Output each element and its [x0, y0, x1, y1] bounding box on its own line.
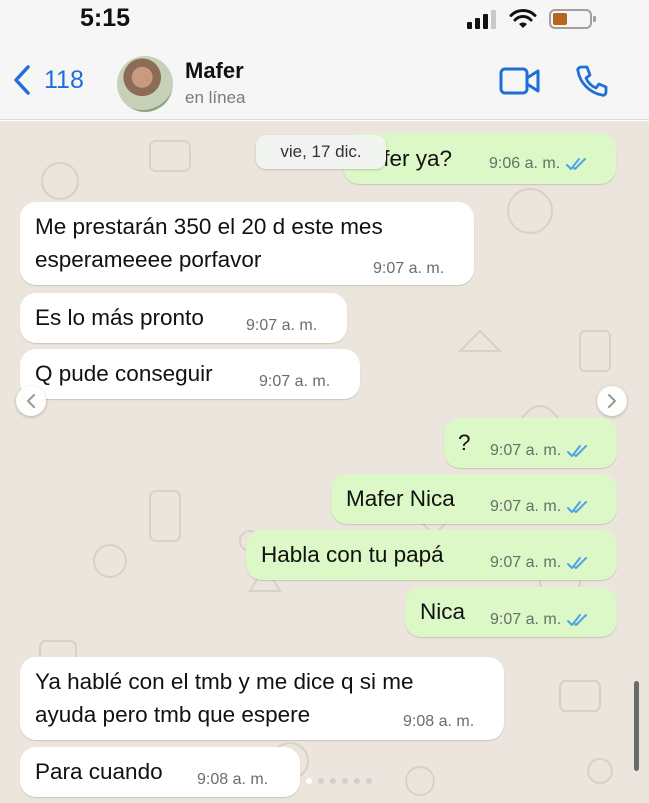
message-time: 9:06 a. m.: [489, 155, 561, 172]
pagination-dot[interactable]: [318, 778, 324, 784]
message-text-line: esperameeee porfavor: [35, 247, 262, 272]
double-check-icon: [567, 501, 588, 513]
message-bubble-outgoing[interactable]: Habla con tu papá 9:07 a. m.: [246, 530, 617, 580]
phone-call-icon[interactable]: [575, 64, 609, 98]
message-text-line: ayuda pero tmb que espere: [35, 702, 311, 727]
message-bubble-incoming[interactable]: Es lo más pronto 9:07 a. m.: [20, 293, 347, 343]
contact-name[interactable]: Mafer: [185, 58, 244, 84]
back-button[interactable]: 118: [12, 64, 84, 96]
message-bubble-outgoing[interactable]: Nica 9:07 a. m.: [405, 587, 617, 637]
message-meta: 9:07 a. m.: [490, 611, 589, 629]
unread-count: 118: [44, 65, 84, 94]
message-text: ?: [458, 430, 471, 455]
pagination-dot[interactable]: [354, 778, 360, 784]
message-text-line: Me prestarán 350 el 20 d este mes: [35, 214, 383, 239]
message-time: 9:07 a. m.: [373, 260, 445, 277]
contact-status: en línea: [185, 88, 246, 107]
message-meta: 9:07 a. m.: [490, 498, 589, 516]
double-check-icon: [566, 158, 587, 170]
video-call-icon[interactable]: [499, 66, 541, 96]
wifi-icon: [509, 9, 537, 28]
back-chevron-icon: [14, 65, 30, 95]
message-text: Mafer Nica: [346, 486, 455, 511]
message-bubble-incoming[interactable]: Q pude conseguir 9:07 a. m.: [20, 349, 360, 399]
message-bubble-incoming[interactable]: Me prestarán 350 el 20 d este mes espera…: [20, 202, 474, 285]
message-bubble-incoming[interactable]: Ya hablé con el tmb y me dice q si me ay…: [20, 657, 504, 740]
message-text: Q pude conseguir: [35, 361, 213, 386]
message-bubble-outgoing[interactable]: Mafer Nica 9:07 a. m.: [331, 474, 617, 524]
message-time: 9:08 a. m.: [403, 713, 475, 730]
message-time: 9:07 a. m.: [259, 373, 331, 390]
avatar[interactable]: [117, 56, 173, 112]
message-text: Nica: [420, 599, 466, 624]
message-time: 9:07 a. m.: [246, 317, 318, 334]
chat-header: 118 Mafer en línea: [0, 44, 649, 120]
message-time: 9:07 a. m.: [490, 442, 562, 459]
message-text: Para cuando: [35, 759, 163, 784]
chevron-left-icon: [26, 394, 35, 408]
pagination-dots: [306, 778, 372, 784]
pagination-dot[interactable]: [342, 778, 348, 784]
double-check-icon: [567, 614, 588, 626]
scrollbar[interactable]: [634, 681, 639, 771]
signal-icon: [467, 10, 496, 29]
double-check-icon: [567, 445, 588, 457]
message-meta: 9:07 a. m.: [490, 554, 589, 572]
message-text: Habla con tu papá: [261, 542, 444, 567]
chevron-right-icon: [608, 394, 617, 408]
message-time: 9:07 a. m.: [490, 611, 562, 628]
status-icons: [467, 8, 597, 30]
next-arrow-button[interactable]: [597, 386, 627, 416]
status-time: 5:15: [80, 4, 131, 32]
message-bubble-outgoing[interactable]: ? 9:07 a. m.: [444, 418, 617, 468]
pagination-dot[interactable]: [306, 778, 312, 784]
date-chip: vie, 17 dic.: [256, 135, 386, 169]
message-time: 9:07 a. m.: [490, 498, 562, 515]
message-time: 9:07 a. m.: [490, 554, 562, 571]
message-text-line: Ya hablé con el tmb y me dice q si me: [35, 669, 414, 694]
pagination-dot[interactable]: [366, 778, 372, 784]
message-meta: 9:06 a. m.: [489, 155, 588, 173]
previous-arrow-button[interactable]: [16, 386, 46, 416]
message-time: 9:08 a. m.: [197, 771, 269, 788]
pagination-dot[interactable]: [330, 778, 336, 784]
battery-icon: [549, 9, 596, 29]
message-bubble-incoming[interactable]: Para cuando 9:08 a. m.: [20, 747, 300, 797]
message-text: Es lo más pronto: [35, 305, 204, 330]
status-bar: 5:15: [0, 0, 649, 44]
message-meta: 9:07 a. m.: [490, 442, 589, 460]
double-check-icon: [567, 557, 588, 569]
